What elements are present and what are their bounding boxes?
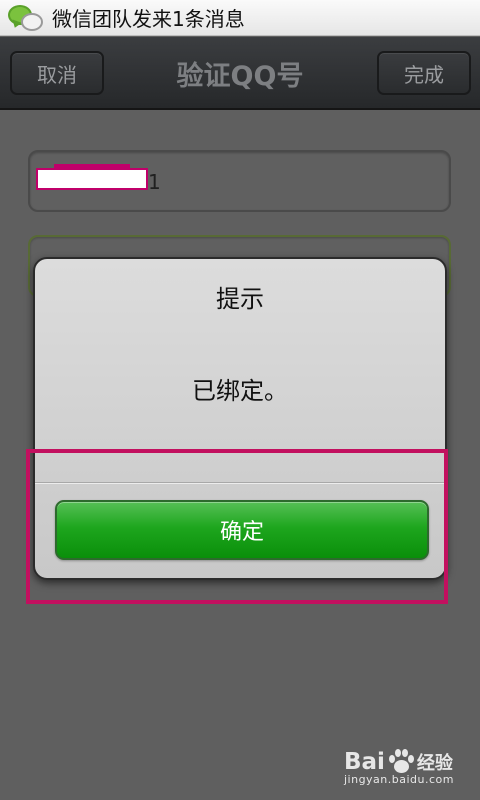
- done-button[interactable]: 完成: [377, 51, 471, 95]
- title-bar: 取消 验证QQ号 完成: [0, 37, 480, 110]
- dialog-title: 提示: [216, 285, 264, 313]
- dialog-message: 已绑定。: [192, 377, 288, 405]
- notification-text: 微信团队发来1条消息: [52, 7, 245, 31]
- baidu-jingyan-watermark: Bai 经验 jingyan.baidu.com: [344, 749, 454, 786]
- paw-icon: [387, 749, 415, 775]
- qq-number-input[interactable]: 1: [28, 150, 451, 212]
- wechat-icon: [8, 3, 46, 33]
- redaction-mark: [36, 164, 148, 190]
- watermark-brand-suffix: 经验: [416, 753, 453, 774]
- notification-bar[interactable]: 微信团队发来1条消息: [0, 0, 480, 36]
- page-title: 验证QQ号: [176, 61, 304, 92]
- watermark-brand: Bai: [343, 749, 385, 775]
- annotation-highlight: [26, 449, 448, 604]
- cancel-button[interactable]: 取消: [10, 51, 104, 95]
- qq-number-value: 1: [148, 170, 161, 194]
